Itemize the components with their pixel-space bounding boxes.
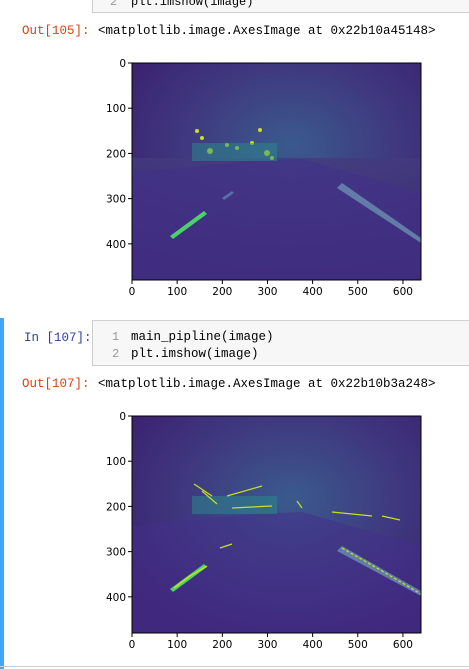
x-tick-label: 600 [393, 286, 413, 298]
code-line[interactable]: plt.imshow(image) [131, 347, 259, 361]
code-line[interactable]: plt.imshow(image) [131, 0, 253, 9]
x-tick-label: 500 [348, 639, 368, 651]
y-tick-label: 0 [119, 411, 126, 423]
x-tick-label: 100 [167, 639, 187, 651]
y-tick-label: 400 [106, 239, 126, 251]
x-tick-label: 600 [393, 639, 413, 651]
y-tick-label: 200 [106, 148, 126, 160]
x-tick-label: 100 [167, 286, 187, 298]
output-prompt: Out[107]: [22, 377, 90, 391]
line-number: 2 [112, 347, 120, 361]
line-number: 1 [112, 330, 120, 344]
y-tick-label: 100 [106, 103, 126, 115]
image-plot-2: 0 100 200 300 400 500 600 0 100 200 300 400 [106, 411, 422, 651]
x-tick-label: 200 [212, 286, 232, 298]
image-plot-1: 0 100 200 300 400 500 600 0 100 200 300 400 [106, 58, 422, 298]
input-prompt: In [107]: [24, 331, 92, 345]
x-tick-label: 500 [348, 286, 368, 298]
x-tick-label: 200 [212, 639, 232, 651]
output-repr: <matplotlib.image.AxesImage at 0x22b10b3… [98, 377, 436, 391]
x-tick-label: 0 [129, 639, 136, 651]
y-tick-label: 200 [106, 501, 126, 513]
image-area [132, 63, 421, 280]
x-tick-label: 300 [257, 286, 277, 298]
output-repr: <matplotlib.image.AxesImage at 0x22b10a4… [98, 24, 436, 38]
output-prompt: Out[105]: [22, 24, 90, 38]
x-tick-label: 400 [303, 286, 323, 298]
x-tick-label: 0 [129, 286, 136, 298]
cell-border [0, 666, 469, 667]
y-tick-label: 400 [106, 592, 126, 604]
line-number: 2 [110, 0, 118, 9]
x-tick-label: 400 [303, 639, 323, 651]
y-tick-label: 300 [106, 547, 126, 559]
y-tick-label: 300 [106, 194, 126, 206]
code-line[interactable]: main_pipline(image) [131, 330, 274, 344]
x-tick-label: 300 [257, 639, 277, 651]
y-tick-label: 0 [119, 58, 126, 70]
y-tick-label: 100 [106, 456, 126, 468]
image-area [132, 416, 422, 633]
